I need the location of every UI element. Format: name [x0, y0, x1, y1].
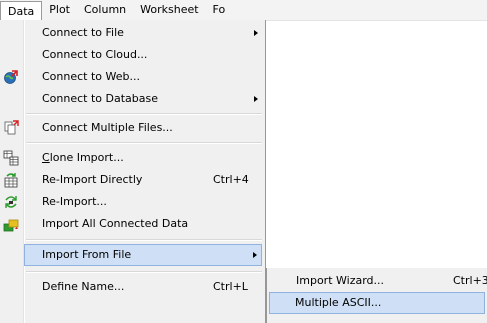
- menu-plot[interactable]: Plot: [42, 0, 77, 20]
- menu-item-connect-to-file[interactable]: Connect to File: [0, 22, 264, 44]
- menu-item-connect-to-cloud[interactable]: Connect to Cloud...: [0, 44, 264, 66]
- menu-item-label: Connect Multiple Files...: [42, 121, 173, 134]
- shortcut-label: Ctrl+3: [453, 274, 487, 287]
- multiple-files-icon: [3, 120, 19, 136]
- menu-bar: Data Plot Column Worksheet Fo: [0, 0, 487, 21]
- reimport-icon: [3, 194, 19, 210]
- menu-separator: [26, 142, 262, 144]
- menu-item-connect-to-database[interactable]: Connect to Database: [0, 88, 264, 110]
- menu-item-label: Re-Import Directly: [42, 173, 143, 186]
- menu-item-label: Connect to Database: [42, 92, 159, 105]
- data-menu: Connect to File Connect to Cloud... Conn…: [0, 20, 266, 323]
- menu-data[interactable]: Data: [0, 1, 43, 21]
- menu-item-label: Multiple ASCII...: [295, 296, 382, 309]
- menu-format[interactable]: Fo: [206, 0, 233, 20]
- submenu-arrow-icon: [254, 30, 258, 36]
- menu-item-label: Connect to Cloud...: [42, 48, 148, 61]
- shortcut-label: Ctrl+4: [213, 173, 249, 186]
- shortcut-label: Ctrl+L: [213, 280, 248, 293]
- menu-item-re-import[interactable]: Re-Import...: [0, 191, 264, 213]
- reimport-directly-icon: [3, 172, 19, 188]
- menu-separator: [26, 113, 262, 115]
- menu-item-label: Re-Import...: [42, 195, 107, 208]
- menu-item-label: Clone Import...: [42, 151, 124, 164]
- menu-item-connect-to-web[interactable]: Connect to Web...: [0, 66, 264, 88]
- menu-item-clone-import[interactable]: Clone Import...: [0, 147, 264, 169]
- menu-item-label: Define Name...: [42, 280, 125, 293]
- globe-icon: [3, 69, 19, 85]
- submenu-arrow-icon: [253, 252, 257, 258]
- menu-item-label: Connect to File: [42, 26, 124, 39]
- menu-item-import-all-connected-data[interactable]: Import All Connected Data: [0, 213, 264, 235]
- menu-item-import-from-file[interactable]: Import From File: [24, 244, 262, 266]
- menu-item-connect-multiple-files[interactable]: Connect Multiple Files...: [0, 117, 264, 139]
- submenu-arrow-icon: [254, 96, 258, 102]
- menu-item-label: Import All Connected Data: [42, 217, 189, 230]
- menu-item-multiple-ascii[interactable]: Multiple ASCII...: [269, 292, 485, 314]
- menu-item-label: Import From File: [42, 248, 132, 261]
- menu-worksheet[interactable]: Worksheet: [133, 0, 205, 20]
- menu-separator: [26, 239, 262, 241]
- import-all-icon: [3, 216, 19, 232]
- import-from-file-submenu: Import Wizard... Ctrl+3 Multiple ASCII..…: [266, 268, 487, 323]
- menu-item-label: Import Wizard...: [296, 274, 385, 287]
- clone-import-icon: [3, 150, 19, 166]
- menu-item-label: Connect to Web...: [42, 70, 140, 83]
- menu-item-re-import-directly[interactable]: Re-Import Directly Ctrl+4: [0, 169, 264, 191]
- menu-column[interactable]: Column: [77, 0, 133, 20]
- menu-item-define-name[interactable]: Define Name... Ctrl+L: [0, 276, 264, 298]
- menu-item-import-wizard[interactable]: Import Wizard... Ctrl+3: [267, 270, 487, 292]
- menu-separator: [26, 271, 262, 273]
